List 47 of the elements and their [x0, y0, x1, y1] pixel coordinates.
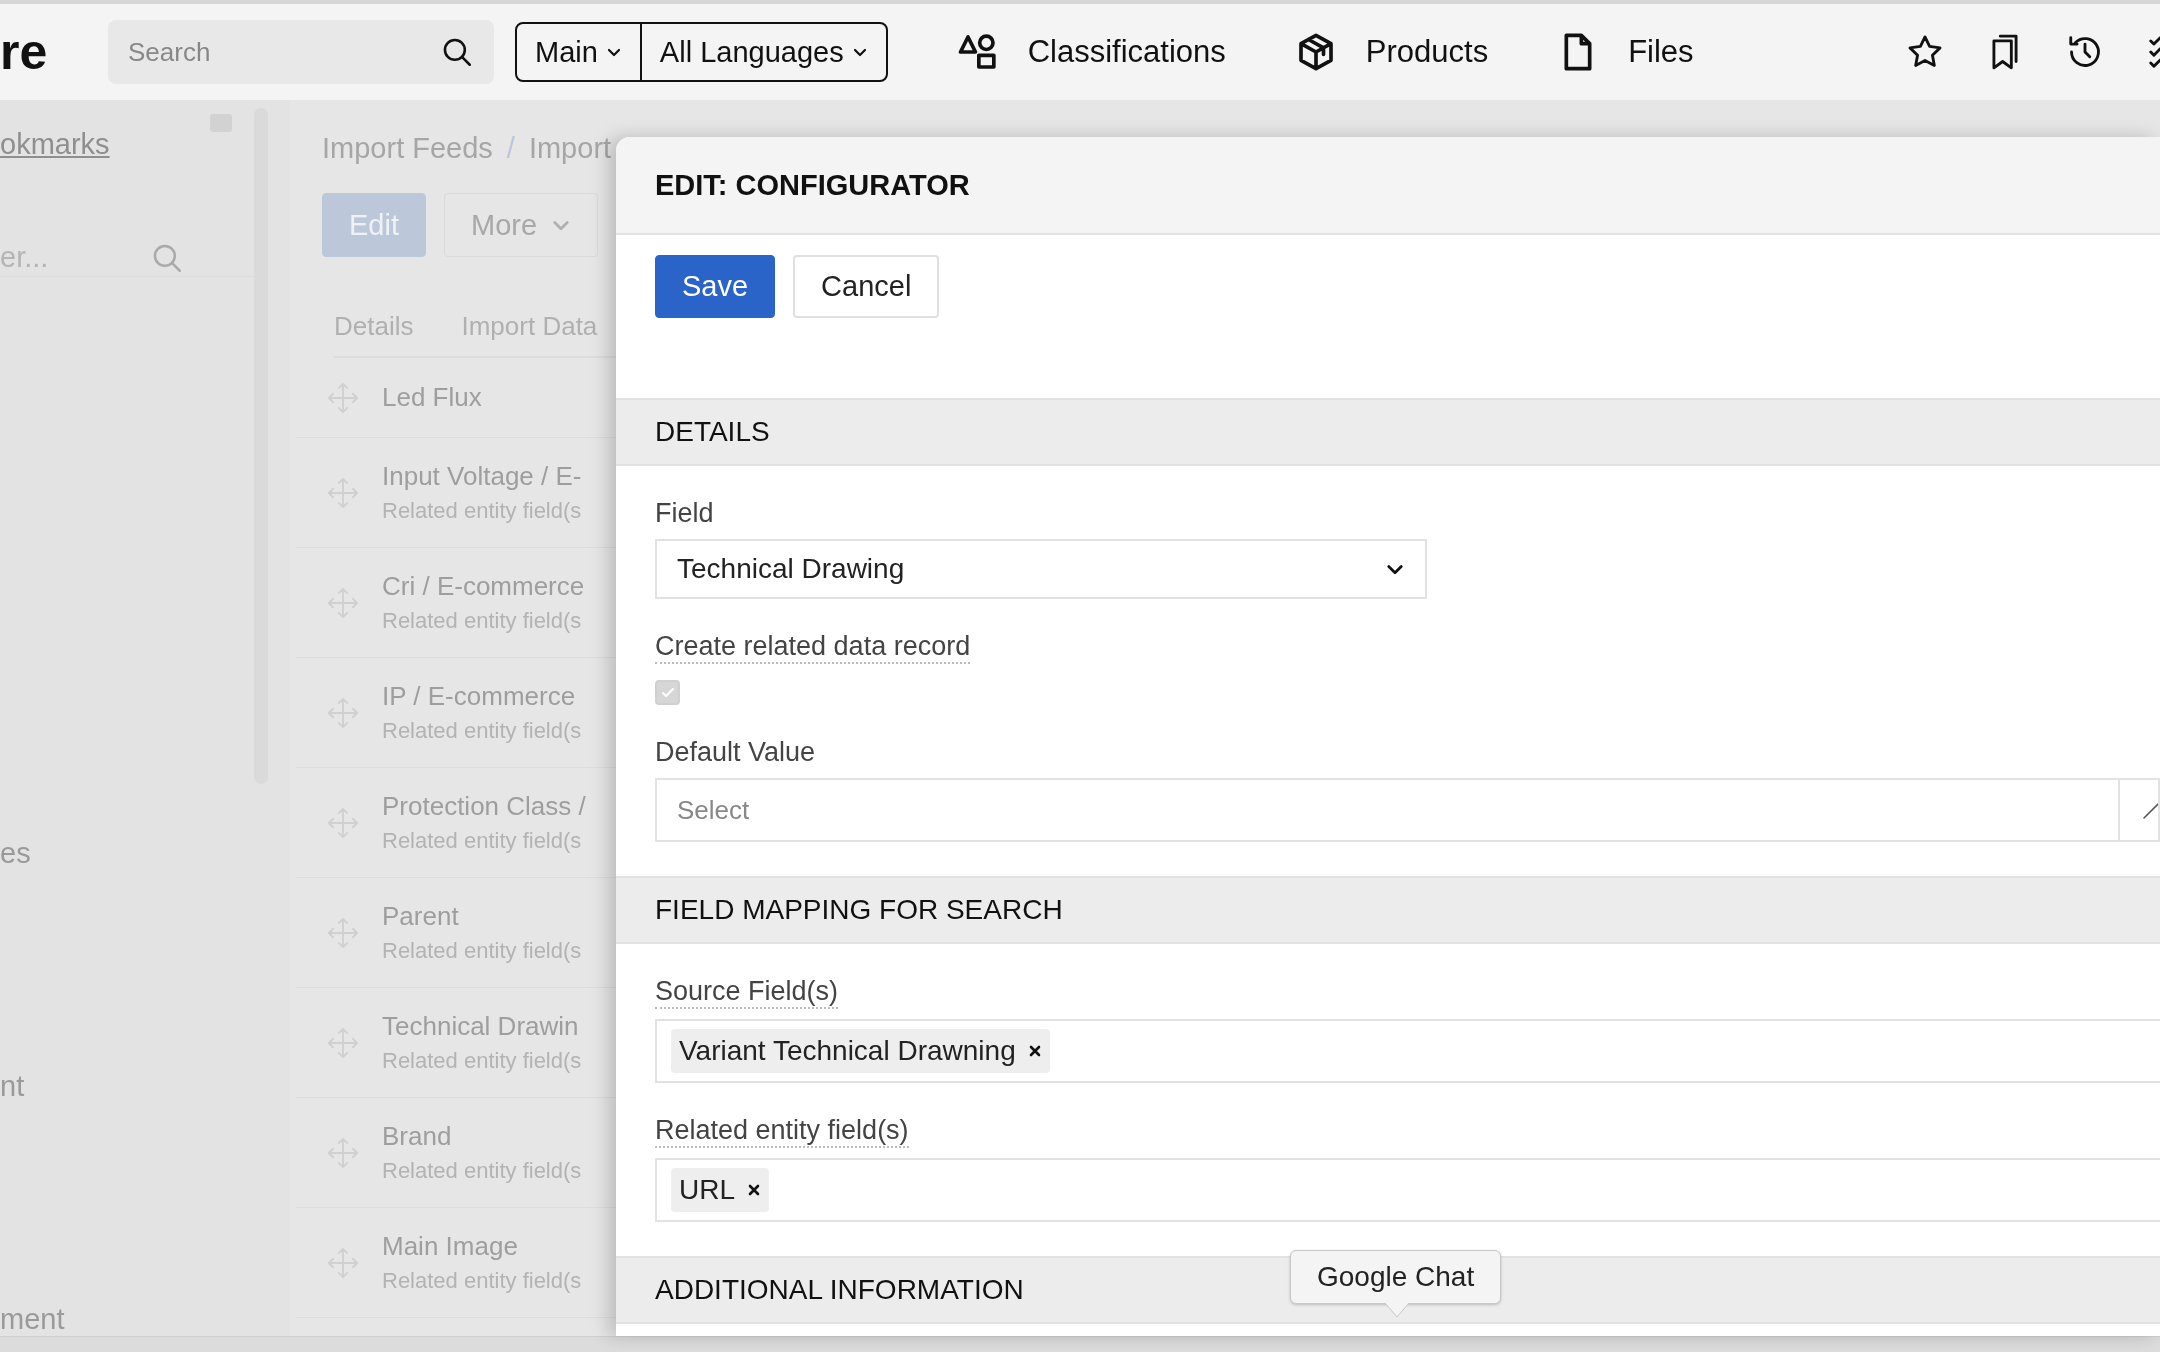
field-label: Default Value: [655, 737, 816, 768]
field-label: Source Field(s): [655, 976, 839, 1009]
breadcrumb-link[interactable]: Import: [528, 132, 612, 165]
breadcrumb-separator: /: [506, 132, 515, 165]
row-title: Main Image: [382, 1231, 519, 1262]
remove-icon[interactable]: [747, 1183, 761, 1197]
bookmarks-link[interactable]: okmarks: [0, 128, 110, 161]
row-title: Cri / E-commerce: [382, 571, 585, 602]
search-field[interactable]: Search: [108, 20, 494, 84]
scope-dropdown[interactable]: All Languages: [639, 24, 886, 80]
breadcrumb-link[interactable]: Import Feeds: [322, 132, 493, 165]
row-title: Parent: [382, 901, 460, 932]
default-value-field[interactable]: Select: [655, 778, 2120, 842]
row-title: IP / E-commerce: [382, 681, 577, 712]
row-title: Led Flux: [382, 382, 482, 413]
section-title: ADDITIONAL INFORMATION: [655, 1274, 1024, 1306]
sidebar-item[interactable]: ment: [0, 1303, 65, 1336]
tags-field[interactable]: URL: [655, 1158, 2160, 1222]
more-button[interactable]: More: [444, 193, 599, 257]
field-select[interactable]: Technical Drawing: [655, 539, 1427, 599]
tag: Variant Technical Drawning: [671, 1029, 1050, 1073]
tag: URL: [671, 1168, 769, 1212]
row-title: Technical Drawin: [382, 1011, 580, 1042]
nav-link[interactable]: Files: [1558, 32, 1694, 72]
sidebar-item[interactable]: es: [0, 837, 31, 870]
nav-link[interactable]: Classifications: [957, 32, 1226, 72]
select-button[interactable]: [2120, 778, 2160, 842]
panel-title: EDIT: CONFIGURATOR: [655, 168, 970, 202]
nav-link[interactable]: Products: [1295, 32, 1489, 72]
remove-icon[interactable]: [1027, 1044, 1042, 1058]
slash-icon: [2142, 800, 2158, 820]
section-title: FIELD MAPPING FOR SEARCH: [655, 894, 1063, 926]
field-label: Related entity field(s): [655, 1115, 909, 1148]
cancel-button[interactable]: Cancel: [793, 255, 940, 318]
field-label: Create related data record: [655, 631, 971, 664]
tooltip-pointer: [1385, 1303, 1409, 1318]
tags-field[interactable]: Variant Technical Drawning: [655, 1019, 2160, 1083]
shapes-icon: [957, 32, 998, 72]
logo[interactable]: re: [0, 23, 108, 81]
sidebar-item[interactable]: nt: [0, 1070, 25, 1103]
row-title: Protection Class /: [382, 791, 586, 822]
scope-dropdown[interactable]: Main: [517, 24, 640, 80]
row-title: Brand: [382, 1121, 453, 1152]
row-title: Input Voltage / E-: [382, 461, 582, 492]
save-button[interactable]: Save: [655, 255, 776, 318]
section-title: DETAILS: [655, 416, 770, 448]
field-label: Field: [655, 498, 714, 529]
